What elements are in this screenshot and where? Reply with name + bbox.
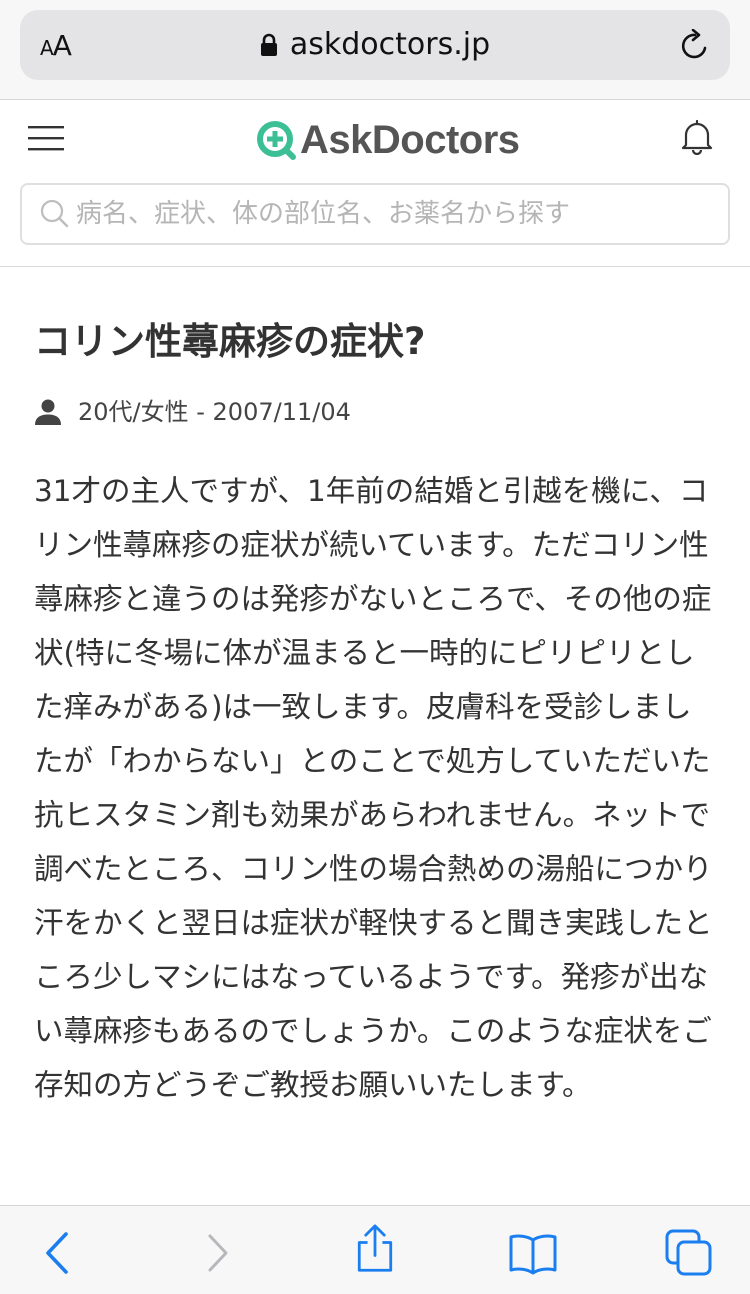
url-text: askdoctors.jp [289, 27, 491, 62]
person-icon [35, 399, 61, 425]
bell-icon[interactable] [680, 119, 714, 155]
browser-top-bar: AA askdoctors.jp [0, 0, 750, 100]
hamburger-icon[interactable] [28, 125, 64, 151]
lock-icon [260, 33, 277, 56]
browser-toolbar [0, 1205, 750, 1294]
question-meta-text: 20代/女性 - 2007/11/04 [78, 398, 351, 426]
search-icon [40, 199, 69, 228]
question-title: コリン性蕁麻疹の症状? [34, 320, 426, 363]
address-bar[interactable]: AA askdoctors.jp [20, 10, 730, 80]
reload-icon[interactable] [678, 29, 712, 63]
question-body: 31才の主人ですが、1年前の結婚と引越を機に、コリン性蕁麻疹の症状が続いています… [34, 474, 713, 1102]
bookmarks-icon[interactable] [508, 1228, 558, 1278]
share-icon[interactable] [350, 1224, 400, 1274]
logo-text: AskDoctors [300, 118, 520, 162]
site-header: AskDoctors 病名、症状、体の部位名、お薬名から探す [0, 101, 750, 267]
question-content: コリン性蕁麻疹の症状? 20代/女性 - 2007/11/04 31才の主人です… [34, 318, 724, 1112]
tabs-icon[interactable] [664, 1228, 714, 1278]
search-placeholder: 病名、症状、体の部位名、お薬名から探す [76, 199, 571, 229]
site-logo[interactable]: AskDoctors [256, 115, 520, 165]
forward-icon[interactable] [192, 1228, 242, 1278]
question-meta: 20代/女性 - 2007/11/04 [34, 396, 724, 428]
back-icon[interactable] [36, 1228, 86, 1278]
logo-mark-icon [257, 121, 296, 160]
search-input[interactable]: 病名、症状、体の部位名、お薬名から探す [20, 183, 730, 245]
url-display[interactable]: askdoctors.jp [20, 26, 730, 64]
